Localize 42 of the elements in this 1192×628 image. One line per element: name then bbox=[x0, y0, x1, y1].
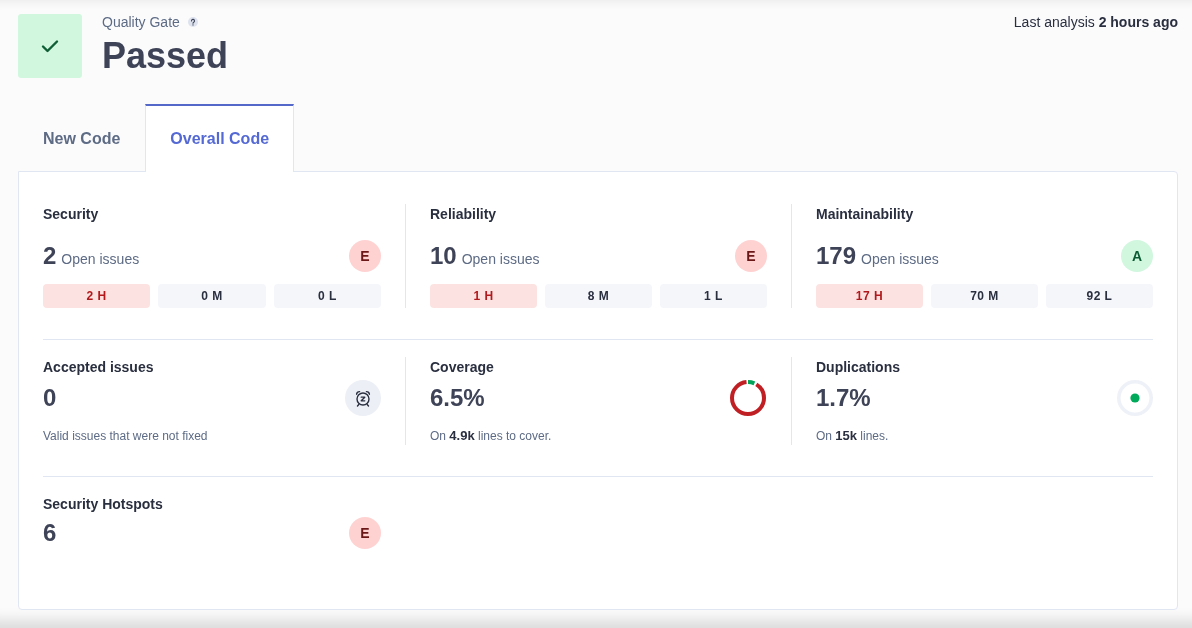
metric-title: Coverage bbox=[430, 358, 495, 377]
metric-value[interactable]: 0 bbox=[43, 383, 57, 413]
metric-label: Open issues bbox=[461, 250, 540, 269]
severity-count-chip[interactable]: 17 H bbox=[815, 284, 923, 308]
metric-note: On 15k lines. bbox=[815, 427, 890, 445]
gate-status: Passed bbox=[102, 34, 229, 78]
metric-title: Security bbox=[43, 205, 100, 224]
metric-note: On 4.9k lines to cover. bbox=[430, 427, 553, 445]
severity-count-chip[interactable]: 0 L bbox=[273, 284, 381, 308]
metric-value[interactable]: 10 bbox=[430, 241, 457, 271]
metric-title: Maintainability bbox=[815, 205, 915, 224]
metric-label: Open issues bbox=[61, 250, 140, 269]
tab[interactable]: Overall Code bbox=[145, 104, 295, 172]
severity-count-chip[interactable]: 70 M bbox=[930, 284, 1038, 308]
severity-count-chip[interactable]: 1 H bbox=[430, 284, 537, 308]
severity-count-chip[interactable]: 2 H bbox=[43, 284, 151, 308]
alarm-clock-icon bbox=[345, 380, 381, 416]
metric-label: Open issues bbox=[861, 250, 939, 269]
severity-count-chip[interactable]: 92 L bbox=[1045, 284, 1153, 308]
coverage-gauge bbox=[728, 379, 767, 417]
rating-badge[interactable]: E bbox=[734, 240, 767, 272]
metric-note: Valid issues that were not fixed bbox=[43, 428, 209, 445]
help-icon[interactable] bbox=[187, 17, 198, 27]
metric-value[interactable]: 1.7% bbox=[815, 383, 871, 413]
severity-count-chip[interactable]: 8 M bbox=[545, 284, 652, 308]
metric-title: Reliability bbox=[430, 205, 498, 224]
dot-ring-icon bbox=[1116, 380, 1153, 416]
last-analysis-text: Last analysis 2 hours ago bbox=[1013, 13, 1178, 32]
quality-gate-label: Quality Gate bbox=[102, 13, 180, 32]
metric-title: Security Hotspots bbox=[43, 495, 164, 514]
metric-value[interactable]: 6 bbox=[43, 518, 57, 548]
rating-badge[interactable]: A bbox=[1120, 240, 1153, 272]
metric-title: Accepted issues bbox=[43, 358, 155, 377]
tab[interactable]: New Code bbox=[18, 104, 146, 172]
severity-count-chip[interactable]: 1 L bbox=[660, 284, 767, 308]
rating-badge[interactable]: E bbox=[349, 517, 381, 549]
metric-value[interactable]: 2 bbox=[43, 241, 57, 271]
metric-title: Duplications bbox=[815, 358, 901, 377]
rating-badge[interactable]: E bbox=[349, 240, 381, 272]
severity-count-chip[interactable]: 0 M bbox=[158, 284, 266, 308]
metric-value[interactable]: 6.5% bbox=[430, 383, 485, 413]
metric-value[interactable]: 179 bbox=[815, 241, 856, 271]
